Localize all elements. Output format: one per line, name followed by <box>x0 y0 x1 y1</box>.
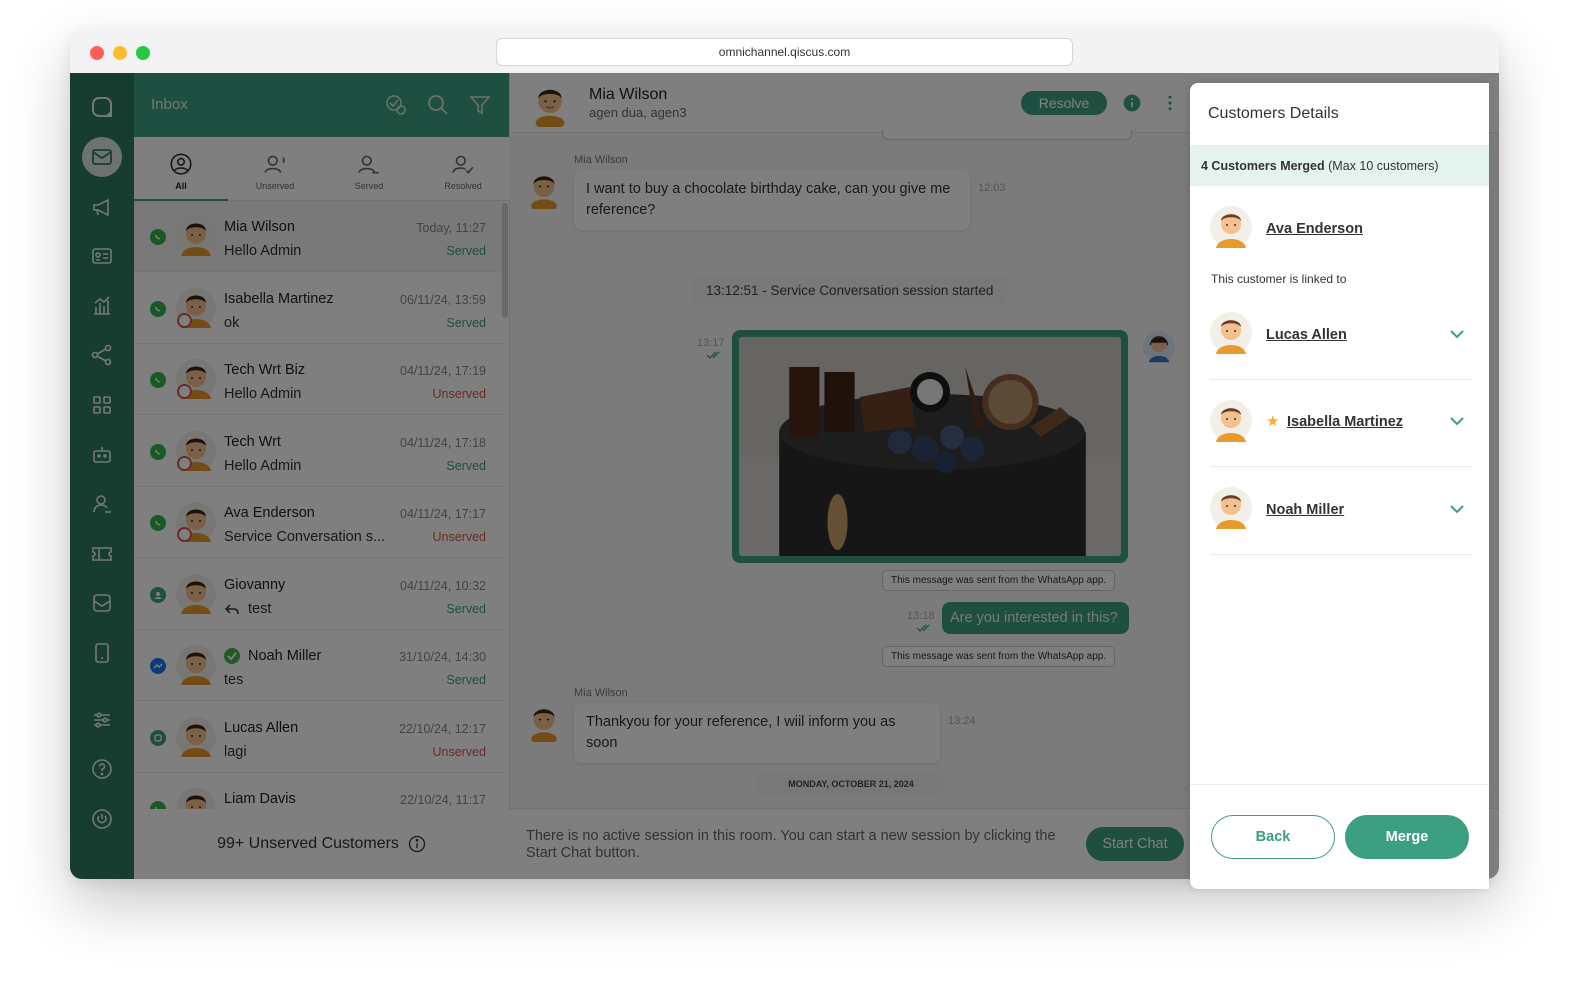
divider <box>1210 379 1472 380</box>
merged-count: 4 Customers Merged <box>1201 159 1325 173</box>
linked-customer-link[interactable]: Noah Miller <box>1266 502 1344 518</box>
browser-titlebar: omnichannel.qiscus.com <box>70 31 1499 73</box>
divider <box>1210 466 1472 467</box>
linked-customers-label: This customer is linked to <box>1211 272 1347 286</box>
maximize-window-button[interactable] <box>136 46 150 60</box>
chevron-down-icon[interactable] <box>1449 413 1465 429</box>
drawer-title: Customers Details <box>1208 105 1339 122</box>
divider <box>1190 784 1489 785</box>
chevron-down-icon[interactable] <box>1449 326 1465 342</box>
divider <box>1210 554 1472 555</box>
back-button[interactable]: Back <box>1211 815 1335 859</box>
linked-customer-link[interactable]: Lucas Allen <box>1266 327 1347 343</box>
chevron-down-icon[interactable] <box>1449 501 1465 517</box>
merged-max: (Max 10 customers) <box>1328 159 1439 173</box>
avatar <box>1210 487 1252 529</box>
avatar <box>1210 206 1252 248</box>
merge-button[interactable]: Merge <box>1345 815 1469 859</box>
star-icon: ★ <box>1266 413 1280 430</box>
address-bar[interactable]: omnichannel.qiscus.com <box>496 38 1073 66</box>
customers-details-drawer: Customers Details 4 Customers Merged (Ma… <box>1190 83 1489 889</box>
merged-count-banner: 4 Customers Merged (Max 10 customers) <box>1190 146 1489 186</box>
linked-customer-link[interactable]: Isabella Martinez <box>1287 414 1403 430</box>
avatar <box>1210 400 1252 442</box>
primary-customer-link[interactable]: Ava Enderson <box>1266 221 1363 237</box>
avatar <box>1210 312 1252 354</box>
minimize-window-button[interactable] <box>113 46 127 60</box>
close-window-button[interactable] <box>90 46 104 60</box>
